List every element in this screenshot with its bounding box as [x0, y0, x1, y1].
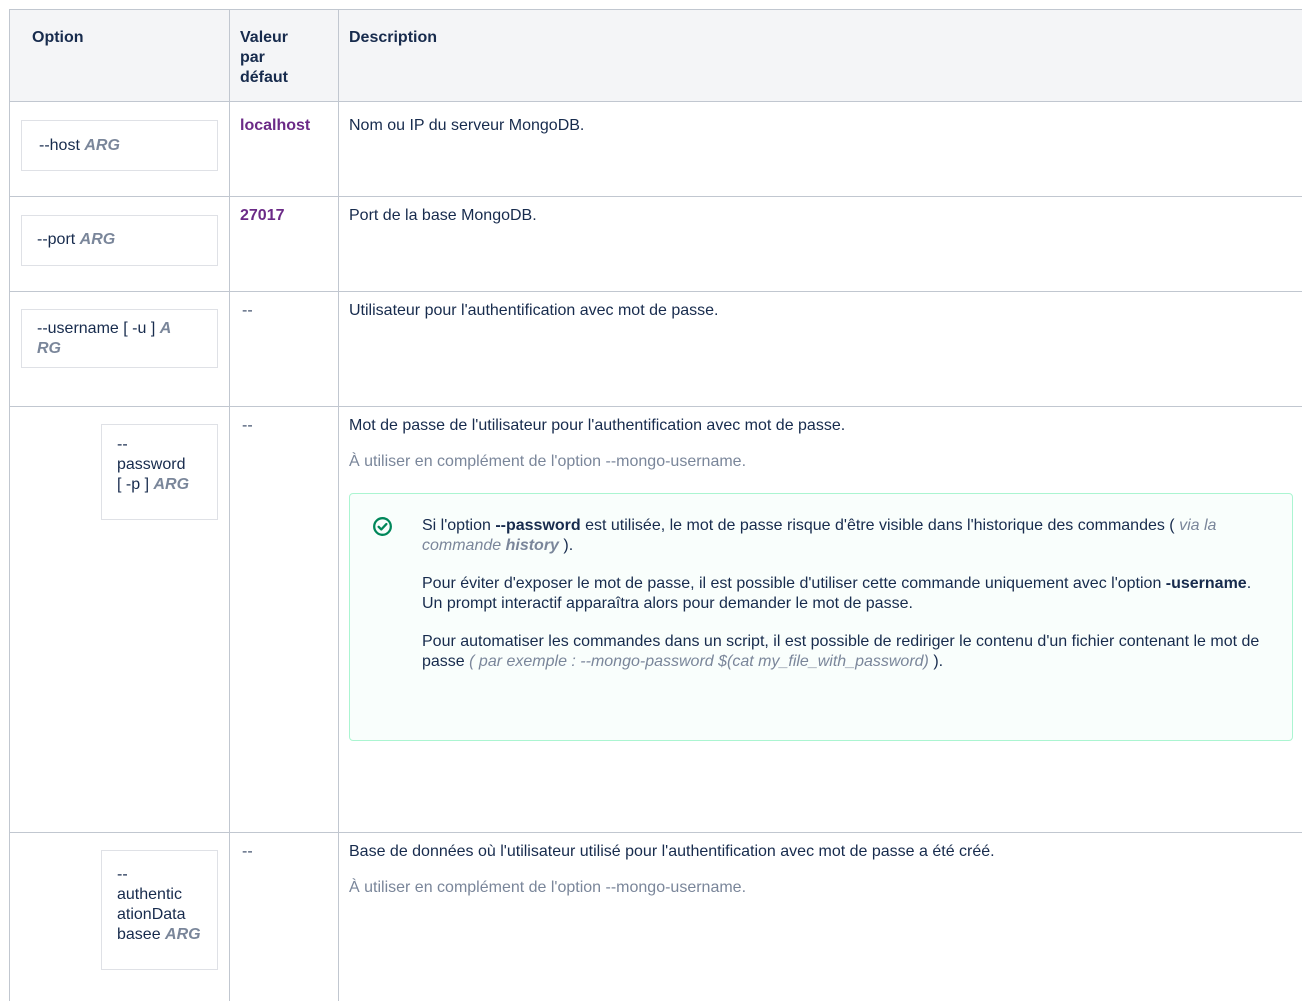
panel-paragraph: Si l'option --password est utilisée, le …: [422, 517, 1217, 554]
option-host: --host ARG: [21, 120, 218, 171]
default-value: --: [242, 417, 253, 434]
table-row: -- password [ -p ] ARG -- Mot de passe d…: [9, 406, 1302, 833]
arg-label: ARG: [79, 231, 116, 248]
table-row: -- authentic ationData basee ARG -- Base…: [9, 832, 1302, 1001]
option-description: Mot de passe de l'utilisateur pour l'aut…: [349, 417, 846, 434]
option-password: -- password [ -p ] ARG: [101, 424, 218, 520]
table-row: --host ARG localhost Nom ou IP du serveu…: [9, 101, 1302, 197]
table-row: --username [ -u ] A RG -- Utilisateur po…: [9, 291, 1302, 407]
default-value: --: [242, 302, 253, 319]
option-description: Port de la base MongoDB.: [349, 207, 537, 224]
option-port: --port ARG: [21, 215, 218, 266]
option-authentication-database: -- authentic ationData basee ARG: [101, 850, 218, 970]
default-value: --: [242, 843, 253, 860]
table-header-row: Option Valeur par défaut Description: [9, 9, 1302, 102]
check-circle-icon: [372, 516, 393, 537]
default-value: 27017: [240, 207, 285, 224]
header-default: Valeur par défaut: [229, 9, 339, 102]
option-description-block: Mot de passe de l'utilisateur pour l'aut…: [339, 407, 1302, 741]
option-description: Utilisateur pour l'authentification avec…: [349, 302, 719, 319]
panel-paragraph: Pour éviter d'exposer le mot de passe, i…: [422, 575, 1252, 612]
default-value: localhost: [240, 117, 311, 134]
option-description: Base de données où l'utilisateur utilisé…: [349, 843, 995, 860]
options-table-container: Option Valeur par défaut Description --hos…: [9, 9, 1302, 1001]
panel-paragraph: Pour automatiser les commandes dans un s…: [422, 633, 1260, 670]
option-description: Nom ou IP du serveur MongoDB.: [349, 117, 585, 134]
success-panel: Si l'option --password est utilisée, le …: [349, 493, 1293, 741]
header-description: Description: [338, 9, 1302, 102]
option-note: À utiliser en complément de l'option --m…: [349, 879, 747, 896]
option-note: À utiliser en complément de l'option --m…: [349, 453, 747, 470]
header-option: Option: [9, 9, 230, 102]
option-username: --username [ -u ] A RG: [21, 309, 218, 368]
options-table: Option Valeur par défaut Description --hos…: [9, 9, 1302, 1001]
table-row: --port ARG 27017 Port de la base MongoDB…: [9, 196, 1302, 292]
arg-label: ARG: [84, 137, 120, 154]
